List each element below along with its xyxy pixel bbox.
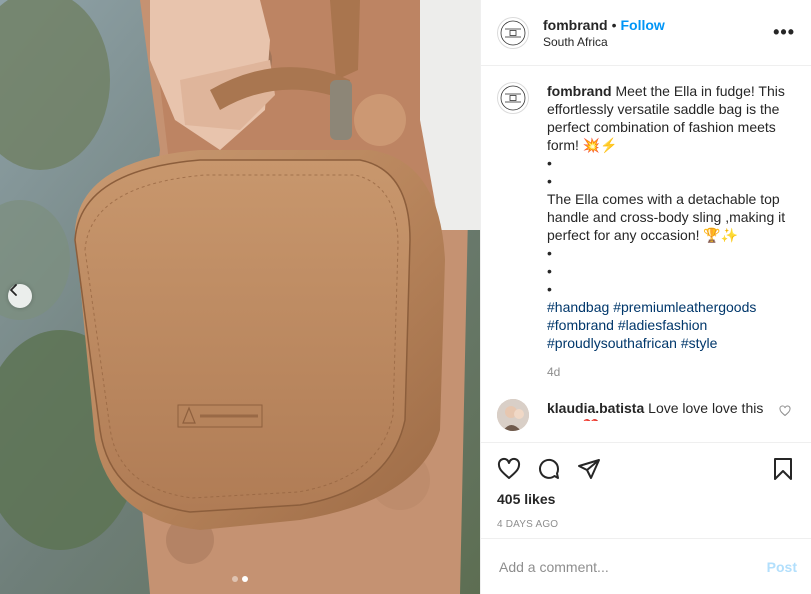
previous-photo-button[interactable] bbox=[8, 284, 32, 308]
caption-bullet: • bbox=[547, 281, 552, 297]
comment-input[interactable] bbox=[497, 557, 767, 576]
bookmark-icon[interactable] bbox=[771, 457, 795, 481]
hashtag-link[interactable]: #ladiesfashion bbox=[618, 317, 708, 333]
caption-line-2: The Ella comes with a detachable top han… bbox=[547, 191, 786, 243]
post-date[interactable]: 4 DAYS AGO bbox=[497, 519, 795, 530]
avatar-photo bbox=[497, 399, 529, 431]
carousel-indicator bbox=[0, 576, 480, 582]
comment-item: klaudia.batista Love love love this bag!… bbox=[497, 399, 795, 431]
brand-logo-icon bbox=[500, 20, 526, 45]
brand-logo-icon bbox=[500, 85, 526, 111]
post-username[interactable]: fombrand bbox=[543, 17, 608, 33]
caption-username[interactable]: fombrand bbox=[547, 83, 612, 99]
likes-count[interactable]: 405 likes bbox=[497, 491, 795, 507]
caption-bullet: • bbox=[547, 245, 552, 261]
share-icon[interactable] bbox=[577, 457, 601, 481]
follow-button[interactable]: Follow bbox=[620, 17, 664, 33]
post-header: fombrand • Follow South Africa ••• bbox=[481, 0, 811, 66]
post-actions: 405 likes 4 DAYS AGO bbox=[481, 442, 811, 538]
comment-icon[interactable] bbox=[537, 457, 561, 481]
hashtag-link[interactable]: #handbag bbox=[547, 299, 609, 315]
hashtag-link[interactable]: #fombrand bbox=[547, 317, 614, 333]
handbag-photo bbox=[0, 0, 480, 594]
caption-bullet: • bbox=[547, 155, 552, 171]
caption-avatar[interactable] bbox=[497, 82, 529, 114]
hashtag-link[interactable]: #proudlysouthafrican bbox=[547, 335, 677, 351]
caption-text: fombrand Meet the Ella in fudge! This ef… bbox=[547, 82, 792, 381]
heart-icon[interactable] bbox=[497, 457, 521, 481]
comment-like-icon[interactable] bbox=[779, 405, 791, 417]
hashtag-list: #handbag #premiumleathergoods #fombrand … bbox=[547, 298, 792, 352]
caption-time[interactable]: 4d bbox=[547, 363, 792, 381]
post-photo[interactable] bbox=[0, 0, 480, 594]
more-options-icon[interactable]: ••• bbox=[773, 22, 795, 43]
comment-text: klaudia.batista Love love love this bag!… bbox=[547, 399, 769, 421]
separator: • bbox=[611, 16, 617, 33]
hashtag-link[interactable]: #premiumleathergoods bbox=[613, 299, 756, 315]
caption-bullet: • bbox=[547, 173, 552, 189]
post-side-panel: fombrand • Follow South Africa ••• fombr… bbox=[480, 0, 811, 594]
carousel-dot-active bbox=[242, 576, 248, 582]
comment-composer: Post bbox=[481, 538, 811, 594]
caption-bullet: • bbox=[547, 263, 552, 279]
commenter-avatar[interactable] bbox=[497, 399, 529, 431]
location-link[interactable]: South Africa bbox=[543, 35, 773, 49]
hashtag-link[interactable]: #style bbox=[681, 335, 718, 351]
comments-section: fombrand Meet the Ella in fudge! This ef… bbox=[481, 66, 811, 442]
carousel-dot bbox=[232, 576, 238, 582]
chevron-left-icon bbox=[10, 284, 17, 296]
post-viewer: fombrand • Follow South Africa ••• fombr… bbox=[0, 0, 811, 594]
comment-username[interactable]: klaudia.batista bbox=[547, 400, 644, 416]
avatar[interactable] bbox=[497, 16, 529, 49]
caption: fombrand Meet the Ella in fudge! This ef… bbox=[497, 82, 795, 381]
post-comment-button[interactable]: Post bbox=[767, 559, 797, 575]
